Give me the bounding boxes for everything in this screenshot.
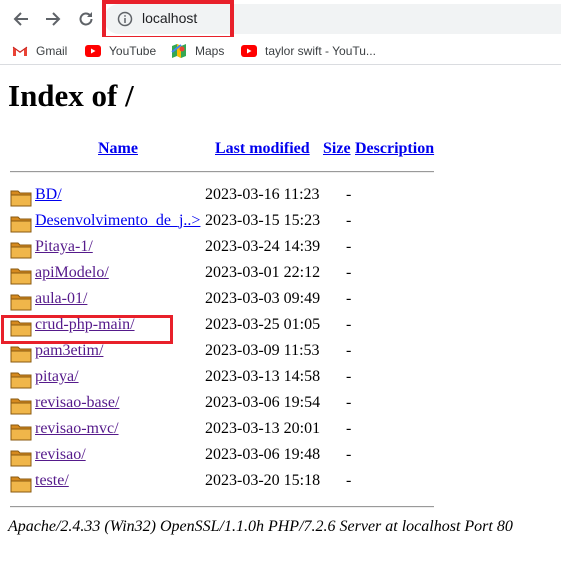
entry-name-link[interactable]: pam3etim/ [35,342,103,360]
reload-icon [79,12,93,26]
entry-name-link[interactable]: crud-php-main/ [35,316,135,334]
folder-icon [10,421,32,441]
entry-name-link[interactable]: apiModelo/ [35,264,109,282]
entry-name-link[interactable]: Desenvolvimento_de_j..> [35,212,200,230]
bookmark-label: taylor swift - YouTu... [265,44,376,58]
bookmark-label: Gmail [36,44,68,58]
table-row: Desenvolvimento_de_j..> 2023-03-15 15:23 - [0,210,440,236]
entry-name-link[interactable]: pitaya/ [35,368,79,386]
forward-button[interactable] [42,8,64,30]
entry-modified: 2023-03-13 14:58 [205,368,321,385]
folder-icon [10,343,32,363]
entry-size: - [346,394,352,411]
youtube-icon [85,43,101,59]
folder-icon [10,187,32,207]
table-row: aula-01/2023-03-03 09:49 - [0,288,440,314]
arrow-right-icon [46,12,61,26]
entry-modified: 2023-03-16 11:23 [205,186,320,203]
entry-size: - [346,316,352,333]
entry-size: - [346,342,352,359]
table-row: revisao-mvc/2023-03-13 20:01 - [0,418,440,444]
entry-size: - [346,186,352,203]
youtube-icon [241,43,257,59]
reload-button[interactable] [75,8,97,30]
folder-icon [10,395,32,415]
table-row: revisao/2023-03-06 19:48 - [0,444,440,470]
entry-modified: 2023-03-06 19:54 [205,394,321,411]
bookmark-maps[interactable]: Maps [171,41,224,61]
entry-modified: 2023-03-09 11:53 [205,342,320,359]
entry-size: - [346,446,352,463]
bookmark-label: Maps [195,44,225,58]
column-header-description[interactable]: Description [355,140,434,158]
entry-modified: 2023-03-15 15:23 [205,212,321,229]
divider [10,171,434,173]
address-bar[interactable]: localhost [104,4,561,34]
entry-modified: 2023-03-20 15:18 [205,472,321,489]
back-button[interactable] [10,8,32,30]
gmail-icon [12,43,28,59]
table-row: Pitaya-1/2023-03-24 14:39 - [0,236,440,262]
entry-name-link[interactable]: BD/ [35,186,62,204]
table-row: apiModelo/2023-03-01 22:12 - [0,262,440,288]
column-header-name[interactable]: Name [98,140,138,158]
entry-size: - [346,420,352,437]
bookmarks-bar: Gmail YouTube Maps taylor swift - YouTu.… [0,37,561,65]
folder-icon [10,265,32,285]
bookmark-youtube[interactable]: YouTube [85,41,156,61]
server-signature: Apache/2.4.33 (Win32) OpenSSL/1.1.0h PHP… [8,518,513,535]
table-row: pitaya/2023-03-13 14:58 - [0,366,440,392]
maps-icon [171,43,187,59]
entry-modified: 2023-03-25 01:05 [205,316,321,333]
table-row: teste/2023-03-20 15:18 - [0,470,440,496]
column-header-last-modified[interactable]: Last modified [215,140,310,158]
folder-icon [10,317,32,337]
table-row: revisao-base/2023-03-06 19:54 - [0,392,440,418]
entry-size: - [346,290,352,307]
folder-icon [10,447,32,467]
arrow-left-icon [13,12,28,26]
folder-icon [10,473,32,493]
browser-toolbar: localhost [0,0,561,40]
entry-size: - [346,264,352,281]
divider [10,506,434,508]
bookmark-taylor-swift-youtube[interactable]: taylor swift - YouTu... [241,41,376,61]
bookmark-gmail[interactable]: Gmail [12,41,67,61]
entry-modified: 2023-03-01 22:12 [205,264,321,281]
table-row: pam3etim/2023-03-09 11:53 - [0,340,440,366]
folder-icon [10,239,32,259]
entry-name-link[interactable]: revisao-base/ [35,394,119,412]
entry-name-link[interactable]: teste/ [35,472,69,490]
info-icon[interactable] [117,11,133,27]
entry-size: - [346,368,352,385]
entry-modified: 2023-03-13 20:01 [205,420,321,437]
entry-name-link[interactable]: Pitaya-1/ [35,238,93,256]
entry-size: - [346,212,352,229]
entry-name-link[interactable]: revisao-mvc/ [35,420,119,438]
page-title: Index of / [8,78,134,113]
url-text[interactable]: localhost [142,10,197,26]
folder-icon [10,369,32,389]
entry-modified: 2023-03-24 14:39 [205,238,321,255]
column-header-size[interactable]: Size [323,140,351,158]
folder-icon [10,291,32,311]
table-row: crud-php-main/2023-03-25 01:05 - [0,314,440,340]
entry-name-link[interactable]: aula-01/ [35,290,87,308]
folder-icon [10,213,32,233]
table-row: BD/2023-03-16 11:23 - [0,184,440,210]
entry-modified: 2023-03-03 09:49 [205,290,321,307]
entry-name-link[interactable]: revisao/ [35,446,86,464]
bookmark-label: YouTube [109,44,157,58]
entry-size: - [346,238,352,255]
entry-size: - [346,472,352,489]
entry-modified: 2023-03-06 19:48 [205,446,321,463]
